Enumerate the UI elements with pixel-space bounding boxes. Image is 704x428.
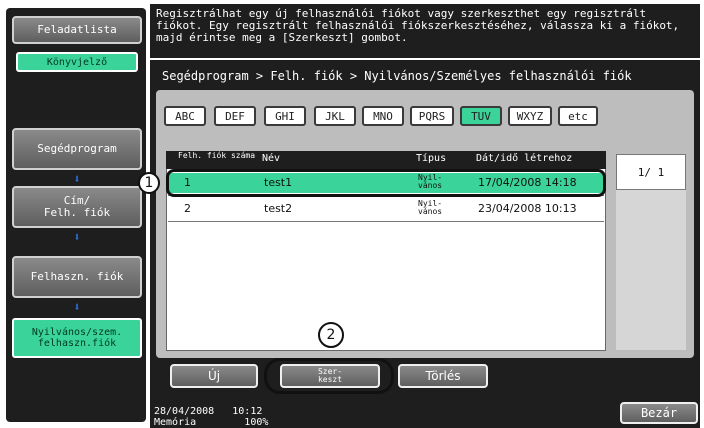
- header-num: Felh. fiók száma: [178, 151, 256, 160]
- row-name: test2: [264, 202, 293, 215]
- header-date: Dát/idő létrehoz: [476, 153, 573, 164]
- tab-konyvjelzo[interactable]: Könyvjelző: [16, 52, 138, 72]
- step-cim-felh-fiok[interactable]: Cím/ Felh. fiók: [12, 186, 142, 228]
- new-button[interactable]: Új: [170, 364, 258, 388]
- step-segedprogram[interactable]: Segédprogram: [12, 128, 142, 170]
- header-type: Típus: [416, 153, 447, 164]
- tab-etc[interactable]: etc: [558, 106, 598, 126]
- status-datetime: 28/04/2008 10:12: [154, 406, 263, 417]
- pager-area: [616, 190, 686, 350]
- callout-2: 2: [318, 322, 344, 348]
- tab-mno[interactable]: MNO: [362, 106, 404, 126]
- tab-wxyz[interactable]: WXYZ: [508, 106, 552, 126]
- status-bar: 28/04/2008 10:12 Memória 100%: [150, 404, 700, 428]
- row-num: 2: [184, 202, 191, 215]
- tab-feladatlista[interactable]: Feladatlista: [12, 16, 142, 44]
- row-type: Nyil- vános: [418, 199, 443, 216]
- tab-abc[interactable]: ABC: [164, 106, 206, 126]
- close-button[interactable]: Bezár: [620, 402, 698, 424]
- callout-highlight-edit: [264, 358, 394, 394]
- list-header: Felh. fiók száma Név Típus Dát/idő létre…: [166, 151, 606, 169]
- arrow-down-icon: ⬇: [73, 230, 81, 244]
- step-nyilvanos-szem[interactable]: Nyilvános/szem. felhaszn.fiók: [12, 318, 142, 358]
- row-divider: [168, 221, 604, 222]
- callout-1: 1: [138, 172, 160, 194]
- tab-jkl[interactable]: JKL: [314, 106, 356, 126]
- delete-button[interactable]: Törlés: [398, 364, 488, 388]
- list-row-2[interactable]: 2 test2 Nyil- vános 23/04/2008 10:13: [168, 199, 604, 219]
- row-date: 23/04/2008 10:13: [478, 202, 577, 215]
- arrow-down-icon: ⬇: [73, 300, 81, 314]
- step-felhaszn-fiok[interactable]: Felhaszn. fiók: [12, 256, 142, 298]
- tab-tuv[interactable]: TUV: [460, 106, 502, 126]
- callout-highlight-row: [166, 169, 606, 197]
- status-memory: Memória 100%: [154, 417, 269, 428]
- instruction-message: Regisztrálhat egy új felhasználói fiókot…: [150, 4, 700, 58]
- arrow-down-icon: ⬇: [73, 172, 81, 186]
- tab-def[interactable]: DEF: [214, 106, 256, 126]
- tab-ghi[interactable]: GHI: [264, 106, 306, 126]
- page-indicator: 1/ 1: [616, 154, 686, 190]
- tab-pqrs[interactable]: PQRS: [410, 106, 454, 126]
- breadcrumb: Segédprogram > Felh. fiók > Nyilvános/Sz…: [162, 69, 632, 83]
- header-name: Név: [262, 153, 281, 164]
